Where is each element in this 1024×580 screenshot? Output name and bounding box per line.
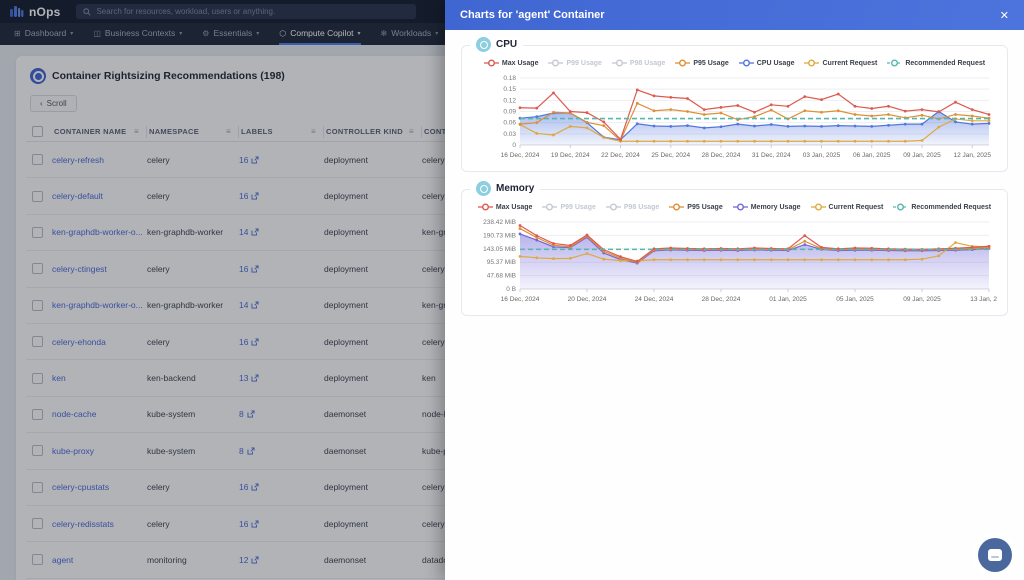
drawer-body: CPU Max Usage P99 Usage P98 Usage P95 Usage…	[445, 30, 1024, 580]
svg-text:0.12: 0.12	[503, 97, 516, 104]
svg-text:0.03: 0.03	[503, 131, 516, 138]
svg-text:16 Dec, 2024: 16 Dec, 2024	[501, 152, 540, 159]
chat-widget-button[interactable]	[978, 538, 1012, 572]
svg-text:01 Jan, 2025: 01 Jan, 2025	[769, 296, 807, 303]
svg-text:16 Dec, 2024: 16 Dec, 2024	[501, 296, 540, 303]
svg-text:13 Jan, 2025: 13 Jan, 2025	[970, 296, 997, 303]
svg-text:06 Jan, 2025: 06 Jan, 2025	[853, 152, 891, 159]
legend-item-p95-usage[interactable]: P95 Usage	[675, 59, 728, 67]
legend-item-cpu-usage[interactable]: CPU Usage	[739, 59, 795, 67]
svg-text:95.37 MiB: 95.37 MiB	[487, 259, 516, 266]
svg-text:0: 0	[512, 142, 516, 149]
legend-marker-icon	[542, 203, 557, 211]
legend-marker-icon	[804, 59, 819, 67]
svg-text:31 Dec, 2024: 31 Dec, 2024	[752, 152, 791, 159]
svg-text:0.15: 0.15	[503, 86, 516, 93]
legend-marker-icon	[606, 203, 621, 211]
legend-item-p98-usage[interactable]: P98 Usage	[612, 59, 665, 67]
legend-item-p99-usage[interactable]: P99 Usage	[542, 203, 595, 211]
legend-item-max-usage[interactable]: Max Usage	[484, 59, 539, 67]
legend-item-memory-usage[interactable]: Memory Usage	[733, 203, 801, 211]
svg-text:19 Dec, 2024: 19 Dec, 2024	[551, 152, 590, 159]
cpu-legend: Max Usage P99 Usage P98 Usage P95 Usage CPU …	[472, 59, 997, 67]
svg-text:25 Dec, 2024: 25 Dec, 2024	[651, 152, 690, 159]
svg-text:09 Jan, 2025: 09 Jan, 2025	[903, 296, 941, 303]
app-window: nOps Search for resources, workload, use…	[0, 0, 1024, 580]
memory-chart-title: Memory	[470, 181, 540, 196]
legend-item-current-request[interactable]: Current Request	[811, 203, 884, 211]
memory-chart: 0 B 47.68 MiB 95.37 MiB 143.05 MiB 190.73 Mi…	[472, 217, 997, 310]
cpu-chart: 0 0.03 0.06 0.09 0.12 0.15 0.18 16 Dec, 2024 19 …	[472, 73, 997, 166]
legend-marker-icon	[887, 59, 902, 67]
svg-text:28 Dec, 2024: 28 Dec, 2024	[702, 296, 741, 303]
close-icon[interactable]: ✕	[1000, 9, 1009, 22]
svg-text:0 B: 0 B	[506, 286, 516, 293]
drawer-header: Charts for 'agent' Container ✕	[445, 0, 1024, 30]
cpu-chart-svg: 0 0.03 0.06 0.09 0.12 0.15 0.18 16 Dec, 2024 19 …	[472, 73, 997, 161]
svg-text:28 Dec, 2024: 28 Dec, 2024	[702, 152, 741, 159]
cpu-chart-card: CPU Max UsageP99 UsageP98 UsageP95 Usage…	[461, 45, 1008, 172]
chart-icon	[476, 181, 491, 196]
chat-widget-halo	[972, 532, 1018, 578]
legend-marker-icon	[675, 59, 690, 67]
svg-text:12 Jan, 2025: 12 Jan, 2025	[953, 152, 991, 159]
legend-item-current-request[interactable]: Current Request	[804, 59, 877, 67]
legend-marker-icon	[478, 203, 493, 211]
legend-item-max-usage[interactable]: Max Usage	[478, 203, 533, 211]
memory-chart-card: Memory Max UsageP99 UsageP98 UsageP95 Us…	[461, 189, 1008, 316]
svg-text:47.68 MiB: 47.68 MiB	[487, 273, 516, 280]
svg-text:0.09: 0.09	[503, 109, 516, 116]
cpu-chart-title: CPU	[470, 37, 523, 52]
charts-drawer: Charts for 'agent' Container ✕ CPU Max U…	[445, 0, 1024, 580]
legend-marker-icon	[612, 59, 627, 67]
svg-text:03 Jan, 2025: 03 Jan, 2025	[803, 152, 841, 159]
legend-marker-icon	[811, 203, 826, 211]
svg-text:09 Jan, 2025: 09 Jan, 2025	[903, 152, 941, 159]
legend-item-p98-usage[interactable]: P98 Usage	[606, 203, 659, 211]
legend-marker-icon	[669, 203, 684, 211]
svg-text:24 Dec, 2024: 24 Dec, 2024	[635, 296, 674, 303]
svg-text:05 Jan, 2025: 05 Jan, 2025	[836, 296, 874, 303]
legend-marker-icon	[893, 203, 908, 211]
svg-text:22 Dec, 2024: 22 Dec, 2024	[601, 152, 640, 159]
drawer-title: Charts for 'agent' Container	[460, 9, 605, 21]
chart-icon	[476, 37, 491, 52]
memory-legend: Max Usage P99 Usage P98 Usage P95 Usage Memo…	[472, 203, 997, 211]
chat-bubble-icon	[988, 549, 1002, 561]
svg-text:238.42 MiB: 238.42 MiB	[483, 219, 516, 226]
svg-text:0.18: 0.18	[503, 75, 516, 82]
svg-text:190.73 MiB: 190.73 MiB	[483, 232, 516, 239]
svg-text:143.05 MiB: 143.05 MiB	[483, 246, 516, 253]
legend-item-p95-usage[interactable]: P95 Usage	[669, 203, 722, 211]
legend-item-recommended-request[interactable]: Recommended Request	[887, 59, 985, 67]
svg-text:20 Dec, 2024: 20 Dec, 2024	[568, 296, 607, 303]
legend-item-recommended-request[interactable]: Recommended Request	[893, 203, 991, 211]
legend-item-p99-usage[interactable]: P99 Usage	[548, 59, 601, 67]
legend-marker-icon	[733, 203, 748, 211]
memory-chart-svg: 0 B 47.68 MiB 95.37 MiB 143.05 MiB 190.73 Mi…	[472, 217, 997, 305]
legend-marker-icon	[548, 59, 563, 67]
legend-marker-icon	[739, 59, 754, 67]
legend-marker-icon	[484, 59, 499, 67]
svg-text:0.06: 0.06	[503, 120, 516, 127]
